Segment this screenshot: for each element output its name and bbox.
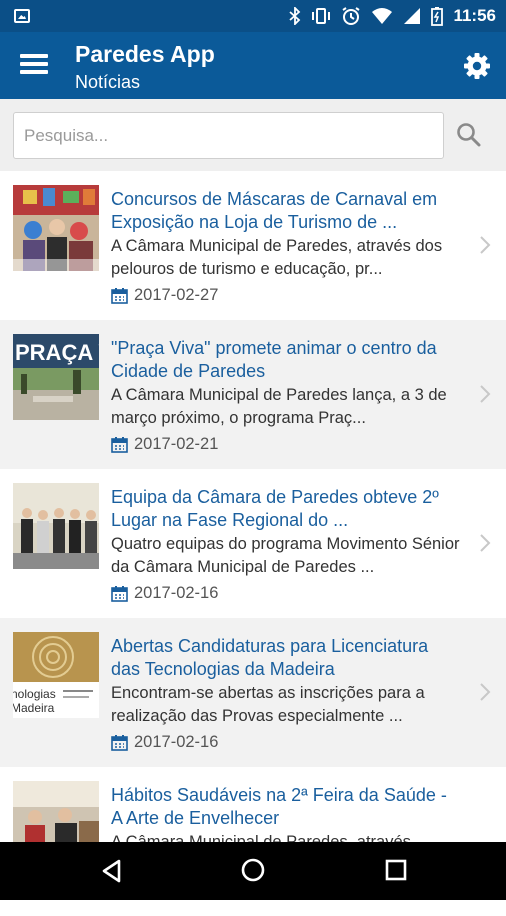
news-title[interactable]: Hábitos Saudáveis na 2ª Feira da Saúde -… <box>111 784 461 830</box>
app-title: Paredes App <box>75 41 215 67</box>
menu-icon[interactable] <box>20 52 48 76</box>
home-circle-icon[interactable] <box>240 857 266 883</box>
calendar-icon <box>111 437 128 453</box>
news-title[interactable]: "Praça Viva" promete animar o centro da … <box>111 337 461 383</box>
news-list: Concursos de Máscaras de Carnaval em Exp… <box>0 171 506 916</box>
news-item[interactable]: Concursos de Máscaras de Carnaval em Exp… <box>0 171 506 320</box>
news-summary: A Câmara Municipal de Paredes lança, a 3… <box>111 386 447 427</box>
news-summary: Quatro equipas do programa Movimento Sén… <box>111 535 460 576</box>
alarm-icon <box>342 7 361 25</box>
news-thumbnail-wood-technology: nologias Madeira <box>13 632 99 718</box>
chevron-right-icon <box>480 385 491 403</box>
news-date: 2017-02-16 <box>134 733 219 751</box>
thumbnail-caption-line-2: Madeira <box>13 701 55 715</box>
news-item[interactable]: nologias Madeira Abertas Candidaturas pa… <box>0 618 506 767</box>
recent-apps-square-icon[interactable] <box>385 859 407 881</box>
chevron-right-icon <box>480 236 491 254</box>
chevron-right-icon <box>480 683 491 701</box>
battery-icon <box>431 7 444 26</box>
chevron-right-icon <box>480 534 491 552</box>
news-summary: A Câmara Municipal de Paredes, através d… <box>111 237 443 278</box>
news-date: 2017-02-27 <box>134 286 219 304</box>
thumbnail-caption: PRAÇA V <box>15 340 99 365</box>
status-icons: 11:56 <box>289 0 496 32</box>
search-input[interactable] <box>13 112 444 159</box>
signal-icon <box>404 8 421 24</box>
back-triangle-icon[interactable] <box>99 858 125 884</box>
news-summary: Encontram-se abertas as inscrições para … <box>111 684 425 725</box>
vibrate-icon <box>312 8 331 24</box>
bluetooth-icon <box>289 7 301 25</box>
news-item[interactable]: Equipa da Câmara de Paredes obteve 2º Lu… <box>0 469 506 618</box>
calendar-icon <box>111 288 128 304</box>
news-date: 2017-02-16 <box>134 584 219 602</box>
search-icon[interactable] <box>455 121 483 149</box>
thumbnail-caption-line-1: nologias <box>13 687 56 701</box>
calendar-icon <box>111 735 128 751</box>
settings-gear-icon[interactable] <box>462 51 492 81</box>
search-bar <box>0 99 506 171</box>
news-title[interactable]: Abertas Candidaturas para Licenciatura d… <box>111 635 461 681</box>
app-bar: Paredes App Notícias <box>0 32 506 99</box>
news-thumbnail-team-photo <box>13 483 99 569</box>
status-bar: 11:56 <box>0 0 506 32</box>
news-thumbnail-praca-viva: PRAÇA V <box>13 334 99 420</box>
navigation-bar <box>0 842 506 900</box>
news-title[interactable]: Concursos de Máscaras de Carnaval em Exp… <box>111 188 461 234</box>
news-item[interactable]: PRAÇA V "Praça Viva" promete animar o ce… <box>0 320 506 469</box>
news-title[interactable]: Equipa da Câmara de Paredes obteve 2º Lu… <box>111 486 461 532</box>
wifi-icon <box>372 8 393 24</box>
news-thumbnail-carnival-masks <box>13 185 99 271</box>
calendar-icon <box>111 586 128 602</box>
image-notification-icon <box>14 9 30 23</box>
status-time: 11:56 <box>453 6 496 25</box>
news-date: 2017-02-21 <box>134 435 219 453</box>
page-subtitle: Notícias <box>75 72 141 92</box>
